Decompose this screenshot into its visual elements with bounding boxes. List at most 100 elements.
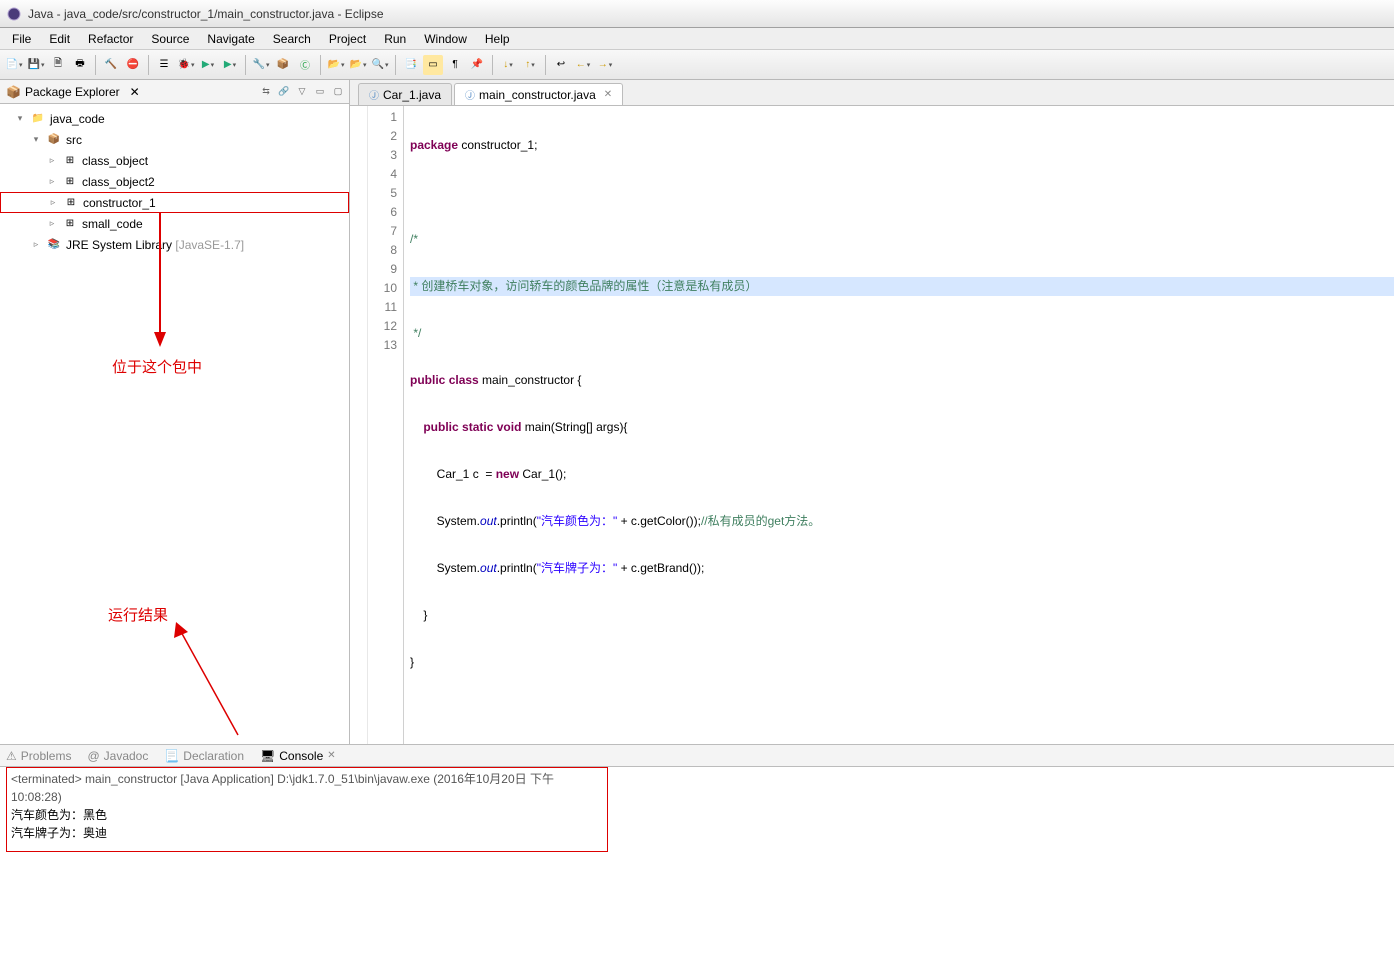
twisty-icon[interactable]: ▹: [30, 239, 42, 250]
menu-edit[interactable]: Edit: [41, 30, 78, 48]
annotation-text: 位于这个包中: [112, 356, 202, 377]
tb-sep: [492, 55, 493, 75]
declaration-tab[interactable]: 📃Declaration: [164, 749, 244, 763]
tb-run-last[interactable]: ▶: [220, 55, 240, 75]
bottom-panel: ⚠Problems @Javadoc 📃Declaration 🖥Console…: [0, 744, 1394, 954]
tb-sep: [245, 55, 246, 75]
declaration-icon: 📃: [164, 749, 179, 763]
close-console-icon[interactable]: ✕: [327, 750, 335, 761]
twisty-icon[interactable]: ▹: [47, 197, 59, 208]
package-node[interactable]: ▹ ⊞ class_object: [0, 150, 349, 171]
package-node[interactable]: ▹ ⊞ class_object2: [0, 171, 349, 192]
javadoc-tab[interactable]: @Javadoc: [87, 749, 148, 763]
annotation-text: 运行结果: [108, 604, 168, 625]
menu-refactor[interactable]: Refactor: [80, 30, 141, 48]
tb-back[interactable]: ←: [573, 55, 593, 75]
tb-saveall[interactable]: 🗎: [48, 55, 68, 75]
tb-next-annot[interactable]: ↓: [498, 55, 518, 75]
javadoc-icon: @: [87, 749, 99, 763]
tb-run[interactable]: ▶: [198, 55, 218, 75]
src-folder-node[interactable]: ▾ 📦 src: [0, 129, 349, 150]
menu-window[interactable]: Window: [416, 30, 475, 48]
tb-sep: [148, 55, 149, 75]
tb-prev-annot[interactable]: ↑: [520, 55, 540, 75]
tb-pin[interactable]: 📌: [467, 55, 487, 75]
tb-open-res2[interactable]: 📂: [348, 55, 368, 75]
tb-print[interactable]: 🖶: [70, 55, 90, 75]
menu-file[interactable]: File: [4, 30, 39, 48]
package-label: small_code: [82, 217, 143, 231]
twisty-icon[interactable]: ▹: [46, 218, 58, 229]
workbench: 📦 Package Explorer ✕ ⇆ 🔗 ▽ ▭ ▢ ▾ 📁 java_…: [0, 80, 1394, 954]
twisty-icon[interactable]: ▹: [46, 155, 58, 166]
tb-build[interactable]: 🔨: [101, 55, 121, 75]
tb-fwd[interactable]: →: [595, 55, 615, 75]
tb-new-pkg[interactable]: 📦: [273, 55, 293, 75]
menu-run[interactable]: Run: [376, 30, 414, 48]
tb-sep: [95, 55, 96, 75]
twisty-icon[interactable]: ▾: [30, 134, 42, 145]
menu-source[interactable]: Source: [143, 30, 197, 48]
package-node[interactable]: ▹ ⊞ small_code: [0, 213, 349, 234]
tb-skip-bp[interactable]: ⛔: [123, 55, 143, 75]
menu-help[interactable]: Help: [477, 30, 518, 48]
tb-save[interactable]: 💾: [26, 55, 46, 75]
console-status: <terminated> main_constructor [Java Appl…: [11, 770, 603, 806]
jre-label: JRE System Library [JavaSE-1.7]: [66, 238, 244, 252]
tb-sep: [395, 55, 396, 75]
tb-toggle-block[interactable]: ▭: [423, 55, 443, 75]
menu-project[interactable]: Project: [321, 30, 374, 48]
tb-new-class[interactable]: Ⓒ: [295, 55, 315, 75]
console-tab[interactable]: 🖥Console ✕: [260, 749, 336, 763]
maximize-view-icon[interactable]: ▢: [331, 85, 345, 99]
tb-search[interactable]: 🔍: [370, 55, 390, 75]
menu-navigate[interactable]: Navigate: [199, 30, 262, 48]
tb-open-res[interactable]: 📂: [326, 55, 346, 75]
tb-show-ws[interactable]: ¶: [445, 55, 465, 75]
view-menu-icon[interactable]: ▽: [295, 85, 309, 99]
problems-tab[interactable]: ⚠Problems: [6, 749, 71, 763]
tb-toggle-mark[interactable]: 📑: [401, 55, 421, 75]
java-file-icon: Ⓙ: [369, 87, 379, 102]
bottom-tabs: ⚠Problems @Javadoc 📃Declaration 🖥Console…: [0, 745, 1394, 767]
project-node[interactable]: ▾ 📁 java_code: [0, 108, 349, 129]
console-icon: 🖥: [260, 749, 275, 763]
package-label: constructor_1: [83, 196, 156, 210]
tb-new[interactable]: 📄: [4, 55, 24, 75]
console-body: <terminated> main_constructor [Java Appl…: [0, 767, 1394, 954]
twisty-icon[interactable]: ▹: [46, 176, 58, 187]
package-explorer-icon: 📦: [6, 85, 21, 99]
project-icon: 📁: [30, 111, 46, 127]
twisty-icon[interactable]: ▾: [14, 113, 26, 124]
minimize-view-icon[interactable]: ▭: [313, 85, 327, 99]
menu-search[interactable]: Search: [265, 30, 319, 48]
window-title: Java - java_code/src/constructor_1/main_…: [28, 7, 384, 21]
project-label: java_code: [50, 112, 105, 126]
tb-open-type[interactable]: ☰: [154, 55, 174, 75]
jre-library-node[interactable]: ▹ 📚 JRE System Library [JavaSE-1.7]: [0, 234, 349, 255]
package-explorer-title: Package Explorer: [25, 85, 120, 99]
package-label: class_object2: [82, 175, 155, 189]
package-icon: ⊞: [62, 174, 78, 190]
console-highlight-box: <terminated> main_constructor [Java Appl…: [6, 767, 608, 852]
close-view-icon[interactable]: ✕: [130, 85, 140, 99]
tb-debug[interactable]: 🐞: [176, 55, 196, 75]
tb-sep: [545, 55, 546, 75]
console-output-line: 汽车牌子为：奥迪: [11, 824, 603, 842]
library-icon: 📚: [46, 237, 62, 253]
tb-ext-tools[interactable]: 🔧: [251, 55, 271, 75]
editor-tab-label: Car_1.java: [383, 88, 441, 102]
tb-last-edit[interactable]: ↩: [551, 55, 571, 75]
java-file-icon: Ⓙ: [465, 87, 475, 102]
editor-tab-active[interactable]: Ⓙ main_constructor.java ✕: [454, 83, 623, 105]
package-explorer-tab: 📦 Package Explorer ✕ ⇆ 🔗 ▽ ▭ ▢: [0, 80, 349, 104]
package-icon: ⊞: [62, 216, 78, 232]
annotation-arrow: [168, 620, 248, 740]
menubar: File Edit Refactor Source Navigate Searc…: [0, 28, 1394, 50]
package-node-selected[interactable]: ▹ ⊞ constructor_1: [0, 192, 349, 213]
link-editor-icon[interactable]: 🔗: [277, 85, 291, 99]
close-tab-icon[interactable]: ✕: [604, 89, 612, 100]
src-label: src: [66, 133, 82, 147]
collapse-all-icon[interactable]: ⇆: [259, 85, 273, 99]
editor-tab[interactable]: Ⓙ Car_1.java: [358, 83, 452, 105]
